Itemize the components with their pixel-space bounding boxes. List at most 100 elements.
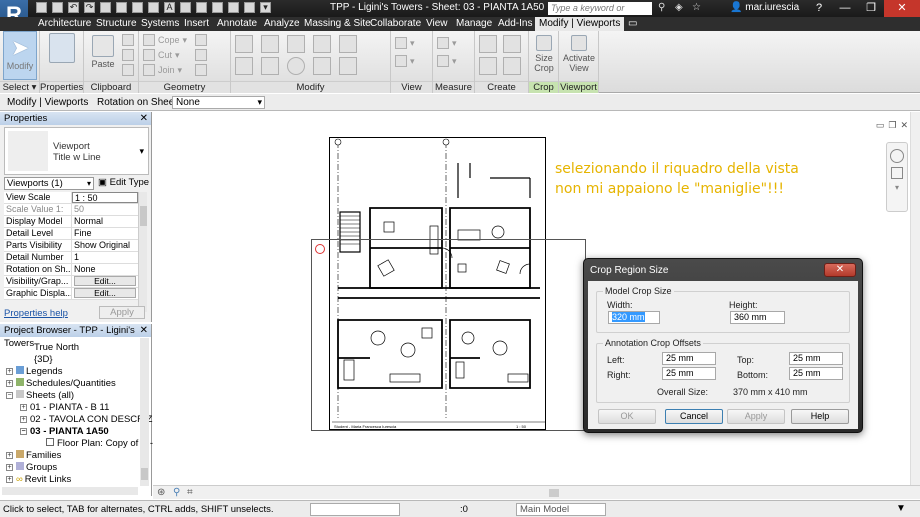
thin-lines-icon[interactable] [212, 2, 223, 13]
filter-icon[interactable]: ▼ [896, 503, 906, 514]
viewport-crop-region[interactable] [311, 239, 586, 431]
help-button[interactable]: Help [791, 409, 849, 424]
tab-collaborate[interactable]: Collaborate [370, 18, 421, 29]
join-button[interactable]: Join ▾ [143, 64, 182, 76]
top-field[interactable]: 25 mm [789, 352, 843, 365]
undo-icon[interactable]: ↶ [68, 2, 79, 13]
height-field[interactable]: 360 mm [730, 311, 785, 324]
tab-architecture[interactable]: Architecture [38, 18, 91, 29]
tab-systems[interactable]: Systems [141, 18, 179, 29]
ribbon-toggle-icon[interactable]: ▭ [628, 18, 637, 29]
copy-icon[interactable] [122, 49, 134, 61]
properties-apply-button[interactable]: Apply [99, 306, 145, 319]
browser-item-families[interactable]: + Families [6, 450, 61, 461]
copy-element-icon[interactable] [261, 57, 279, 75]
browser-hscrollbar[interactable] [2, 487, 138, 495]
tab-analyze[interactable]: Analyze [264, 18, 300, 29]
pin-view-icon[interactable]: ⚲ [173, 487, 180, 498]
minimize-button[interactable]: — [832, 0, 858, 17]
crop-view-icon[interactable]: ⌗ [187, 487, 193, 498]
create-parts-icon[interactable] [503, 35, 521, 53]
browser-item-sheets[interactable]: − Sheets (all) [6, 390, 74, 401]
tab-modify-viewports[interactable]: Modify | Viewports [535, 17, 625, 31]
dialog-close-button[interactable]: ✕ [824, 263, 856, 277]
canvas-hscrollbar[interactable] [549, 489, 559, 497]
prop-row-detail-level[interactable]: Detail Level Fine [4, 228, 138, 240]
prop-row-display-model[interactable]: Display Model Normal [4, 216, 138, 228]
left-field[interactable]: 25 mm [662, 352, 716, 365]
size-crop-button[interactable]: Size Crop [527, 33, 561, 73]
split-face-icon[interactable] [195, 49, 207, 61]
paste-button[interactable]: Paste [86, 33, 120, 69]
tab-view[interactable]: View [426, 18, 448, 29]
subscription-icon[interactable]: ◈ [675, 2, 686, 13]
tab-annotate[interactable]: Annotate [217, 18, 257, 29]
tab-manage[interactable]: Manage [456, 18, 492, 29]
delete-icon[interactable] [339, 57, 357, 75]
rotation-select[interactable]: None [172, 96, 265, 109]
prop-row-rotation[interactable]: Rotation on Sh... None [4, 264, 138, 276]
customize-qat-icon[interactable]: ▾ [260, 2, 271, 13]
modify-button[interactable]: ➤ Modify [3, 31, 37, 80]
match-type-icon[interactable] [122, 64, 134, 76]
properties-help-link[interactable]: Properties help [4, 308, 68, 319]
rotate-icon[interactable] [287, 57, 305, 75]
prop-row-view-scale[interactable]: View Scale 1 : 50 [4, 192, 138, 204]
redo-icon[interactable]: ↷ [84, 2, 95, 13]
navbar-menu-icon[interactable]: ▾ [887, 183, 907, 192]
pin-icon[interactable] [339, 35, 357, 53]
split-icon[interactable] [313, 35, 331, 53]
apply-button[interactable]: Apply [727, 409, 785, 424]
graphic-display-edit-button[interactable]: Edit... [74, 288, 136, 298]
close-view-icon[interactable]: ✕ [900, 120, 908, 131]
user-account[interactable]: 👤 mar.iurescia [730, 2, 799, 13]
browser-item-legends[interactable]: + Legends [6, 366, 62, 377]
cancel-button[interactable]: Cancel [665, 409, 723, 424]
restore-button[interactable]: ❐ [858, 0, 884, 17]
zoom-icon[interactable] [891, 167, 903, 179]
close-icon[interactable]: ✕ [140, 324, 148, 337]
ok-button[interactable]: OK [598, 409, 656, 424]
close-window-button[interactable]: ✕ [884, 0, 920, 17]
minimize-view-icon[interactable]: ▭ [876, 120, 885, 131]
browser-item-sheet-03[interactable]: −03 - PIANTA 1A50 [20, 426, 109, 437]
section-icon[interactable] [196, 2, 207, 13]
cut-small-icon[interactable] [122, 34, 134, 46]
close-icon[interactable]: ✕ [140, 112, 148, 125]
prop-row-graphic-display[interactable]: Graphic Displa... Edit... [4, 288, 138, 300]
communication-icon[interactable]: ☆ [692, 2, 703, 13]
align-icon[interactable] [235, 35, 253, 53]
search-input[interactable]: Type a keyword or phrase [548, 2, 652, 26]
width-field[interactable]: 320 mm [608, 311, 660, 324]
restore-view-icon[interactable]: ❐ [888, 120, 896, 131]
tab-massing-site[interactable]: Massing & Site [304, 18, 371, 29]
save-icon[interactable] [52, 2, 63, 13]
3d-view-icon[interactable] [180, 2, 191, 13]
aligned-dimension-icon[interactable] [437, 55, 449, 67]
type-selector[interactable]: Viewport Title w Line ▾ [4, 127, 149, 175]
browser-item-sheet-01[interactable]: +01 - PIANTA - B 11 [20, 402, 109, 413]
geometry-tool-icon[interactable] [195, 34, 207, 46]
cope-button[interactable]: Cope ▾ [143, 34, 187, 46]
workset-select[interactable]: Main Model [516, 503, 606, 516]
browser-item-true-north[interactable]: True North [34, 342, 79, 353]
right-field[interactable]: 25 mm [662, 367, 716, 380]
browser-item-3d[interactable]: {3D} [34, 354, 53, 365]
close-hidden-icon[interactable] [228, 2, 239, 13]
edit-type-button[interactable]: ▣ Edit Type [98, 177, 149, 188]
create-group-icon[interactable] [479, 57, 497, 75]
steering-wheel-icon[interactable] [890, 149, 904, 163]
properties-button[interactable] [45, 31, 79, 65]
measure-icon[interactable] [116, 2, 127, 13]
cut-button[interactable]: Cut ▾ [143, 49, 180, 61]
canvas-vscrollbar[interactable] [910, 112, 920, 485]
workset-icon[interactable] [310, 503, 400, 516]
tab-insert[interactable]: Insert [184, 18, 209, 29]
browser-item-groups[interactable]: + Groups [6, 462, 57, 473]
trim-icon[interactable] [313, 57, 331, 75]
bottom-field[interactable]: 25 mm [789, 367, 843, 380]
override-graphics-icon[interactable] [395, 55, 407, 67]
mirror-axis-icon[interactable] [287, 35, 305, 53]
move-icon[interactable] [235, 57, 253, 75]
text-icon[interactable]: A [164, 2, 175, 13]
